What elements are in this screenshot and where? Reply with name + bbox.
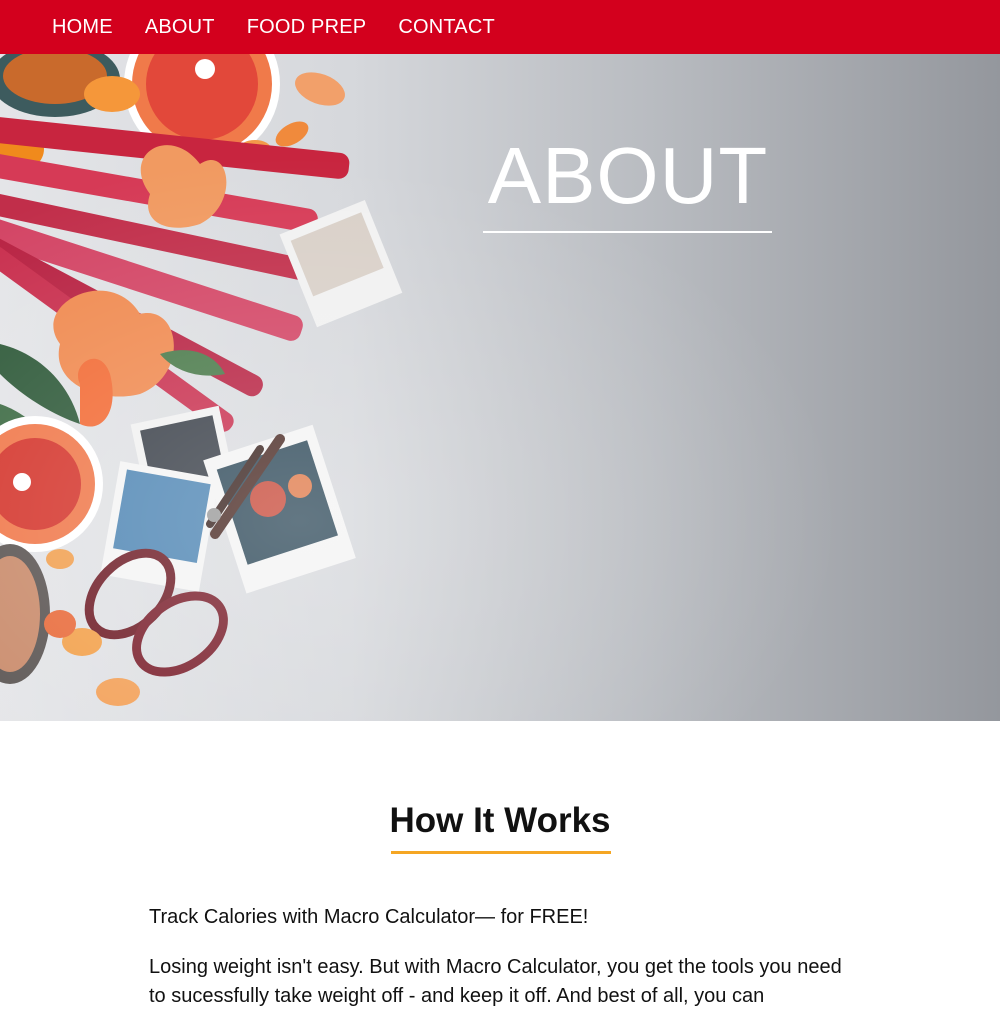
hero-title: ABOUT (487, 131, 769, 220)
how-it-works-section: How It Works Track Calories with Macro C… (0, 721, 1000, 1007)
hero-banner: ABOUT (0, 54, 1000, 721)
intro-paragraph: Track Calories with Macro Calculator— fo… (149, 906, 589, 928)
section-title-underline (391, 851, 611, 854)
nav-link-home[interactable]: HOME (52, 16, 113, 39)
hero-title-underline (483, 231, 772, 233)
top-navbar: HOME ABOUT FOOD PREP CONTACT (0, 0, 1000, 54)
section-title: How It Works (389, 801, 611, 840)
body-paragraph: Losing weight isn't easy. But with Macro… (149, 956, 842, 1007)
nav-link-food-prep[interactable]: FOOD PREP (247, 16, 367, 39)
nav-link-contact[interactable]: CONTACT (398, 16, 495, 39)
nav-link-about[interactable]: ABOUT (145, 16, 215, 39)
